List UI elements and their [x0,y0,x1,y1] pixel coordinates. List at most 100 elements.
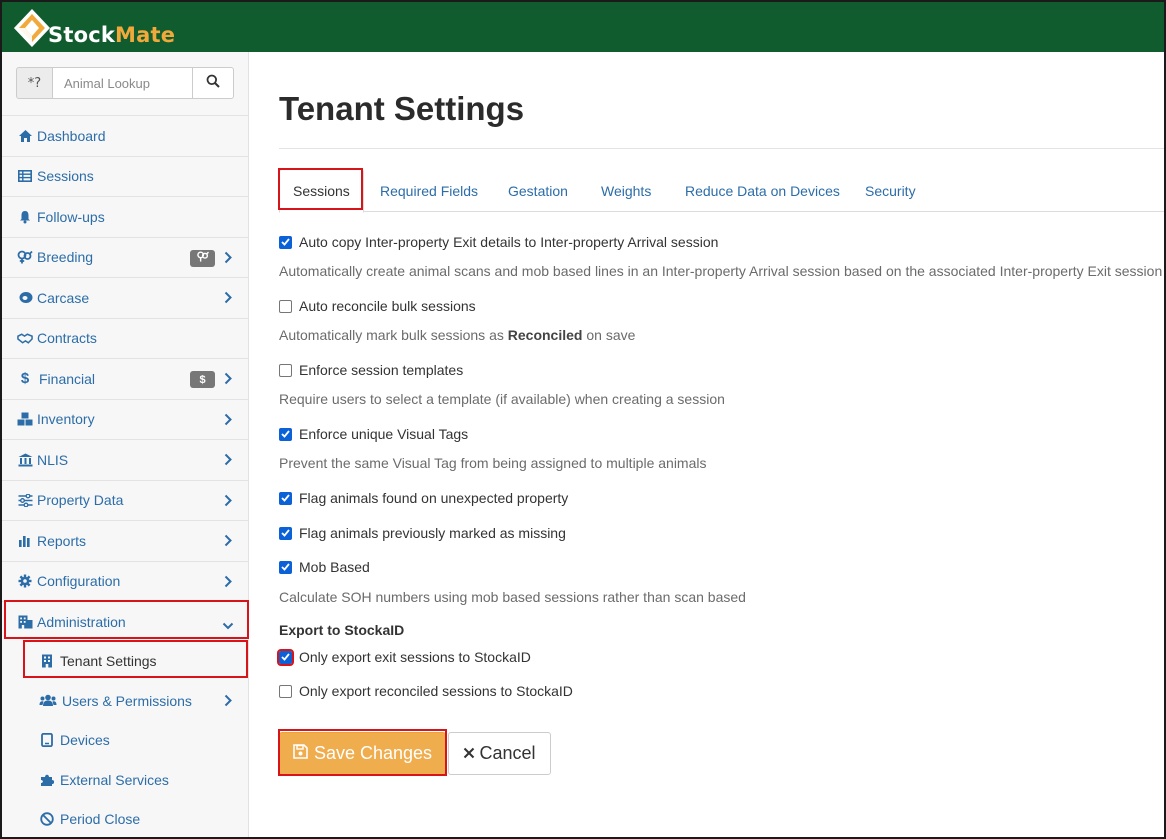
tab-weights[interactable]: Weights [601,169,651,212]
sidebar: *? Dashboard Sessions Follow-ups Breedin… [2,52,249,837]
sidebar-item-label: Financial [39,370,96,387]
sidebar-item-nlis[interactable]: NLIS [2,439,248,480]
auto-reconcile-label: Auto reconcile bulk sessions [299,298,476,314]
mob-based-checkbox[interactable] [279,560,292,574]
sidebar-subitem-label: Period Close [60,811,141,828]
sidebar-item-label: Follow-ups [37,208,105,225]
sidebar-subitem-period-close[interactable]: Period Close [2,800,248,839]
title-divider [279,148,1164,149]
puzzle-icon [39,772,55,788]
lookup-search-button[interactable] [192,67,234,99]
chevron-right-icon [224,413,232,429]
flag-missing-checkbox[interactable] [279,526,292,540]
main-content: Tenant Settings Sessions Required Fields… [249,52,1164,837]
export-exit-checkbox[interactable] [277,648,294,666]
auto-reconcile-checkbox[interactable] [279,299,292,313]
save-button-label: Save Changes [313,743,433,763]
auto-copy-label: Auto copy Inter-property Exit details to… [299,234,719,250]
chevron-right-icon [224,453,232,469]
sidebar-item-follow-ups[interactable]: Follow-ups [2,196,248,237]
sidebar-subitem-external-services[interactable]: External Services [2,760,248,800]
search-icon [206,74,220,93]
animal-lookup-input[interactable] [53,67,192,99]
sidebar-subitem-label: Tenant Settings [60,653,157,670]
flag-unexpected-option[interactable]: Flag animals found on unexpected propert… [279,490,568,506]
sidebar-item-label: Breeding [37,249,94,266]
sidebar-item-financial[interactable]: $ Financial $ [2,358,248,399]
sidebar-item-contracts[interactable]: Contracts [2,317,248,359]
unique-tags-label: Enforce unique Visual Tags [299,426,469,442]
tab-gestation[interactable]: Gestation [508,169,568,212]
main-nav: Dashboard Sessions Follow-ups Breeding C… [2,115,248,839]
gender-icon [17,249,33,265]
export-exit-label: Only export exit sessions to StockaID [299,649,531,665]
tab-required-fields[interactable]: Required Fields [380,169,478,212]
sidebar-item-reports[interactable]: Reports [2,520,248,561]
sidebar-item-label: Reports [37,532,87,549]
stockmate-logo[interactable]: StockMate [14,6,175,50]
sidebar-item-breeding[interactable]: Breeding [2,236,248,278]
sidebar-subitem-label: External Services [60,771,169,788]
sidebar-item-label: Configuration [37,573,121,590]
settings-tabs: Sessions Required Fields Gestation Weigh… [279,169,1164,213]
auto-reconcile-option[interactable]: Auto reconcile bulk sessions [279,298,476,314]
logo-mark-icon [14,7,54,49]
export-reconciled-option[interactable]: Only export reconciled sessions to Stock… [279,683,573,699]
flag-unexpected-label: Flag animals found on unexpected propert… [299,490,569,506]
enforce-templates-checkbox[interactable] [279,363,292,377]
sidebar-item-label: Contracts [37,330,97,347]
sidebar-item-label: NLIS [37,451,69,468]
auto-copy-checkbox[interactable] [279,235,292,249]
handshake-icon [17,330,33,346]
sidebar-item-label: Sessions [37,168,94,185]
flag-missing-option[interactable]: Flag animals previously marked as missin… [279,525,566,541]
enforce-templates-label: Enforce session templates [299,362,464,378]
sidebar-subitem-label: Devices [60,732,110,749]
ban-icon [39,811,55,827]
mob-based-label: Mob Based [299,559,370,575]
sidebar-item-inventory[interactable]: Inventory [2,398,248,440]
tab-security[interactable]: Security [865,169,916,212]
sidebar-item-dashboard[interactable]: Dashboard [2,115,248,156]
sidebar-subitem-devices[interactable]: Devices [2,721,248,761]
financial-badge: $ [190,371,215,388]
top-bar: StockMate [0,0,1166,52]
sidebar-item-property-data[interactable]: Property Data [2,479,248,521]
chevron-right-icon [224,575,232,591]
sidebar-item-carcase[interactable]: Carcase [2,277,248,318]
sidebar-subitem-tenant-settings[interactable]: Tenant Settings [2,642,248,682]
gender-icon [196,251,210,265]
mob-based-option[interactable]: Mob Based [279,559,370,575]
flag-unexpected-checkbox[interactable] [279,491,292,505]
close-icon [463,743,475,764]
cancel-button[interactable]: Cancel [448,732,551,775]
mob-based-help: Calculate SOH numbers using mob based se… [279,589,746,605]
export-exit-option[interactable]: Only export exit sessions to StockaID [277,648,531,666]
users-icon [39,693,57,709]
bar-chart-icon [17,533,33,549]
export-section-heading: Export to StockaID [279,622,405,638]
chevron-right-icon [224,251,232,267]
table-icon [17,168,33,184]
export-reconciled-checkbox[interactable] [279,684,292,698]
sidebar-item-label: Carcase [37,289,90,306]
chevron-down-icon [222,617,234,633]
dollar-icon: $ [20,370,30,388]
boxes-icon [17,411,33,427]
save-button[interactable]: Save Changes [279,732,446,775]
tab-reduce-data-on-devices[interactable]: Reduce Data on Devices [685,169,840,212]
logo-text: StockMate [48,23,176,47]
sidebar-item-configuration[interactable]: Configuration [2,560,248,602]
sidebar-item-sessions[interactable]: Sessions [2,155,248,197]
unique-tags-option[interactable]: Enforce unique Visual Tags [279,426,468,442]
enforce-templates-option[interactable]: Enforce session templates [279,362,463,378]
sidebar-subitem-users-permissions[interactable]: Users & Permissions [2,681,248,721]
building-icon [39,653,55,669]
auto-copy-option[interactable]: Auto copy Inter-property Exit details to… [279,234,718,250]
tab-sessions[interactable]: Sessions [279,169,364,213]
home-icon [17,128,33,144]
tablet-icon [39,732,55,748]
sidebar-item-administration[interactable]: Administration [2,601,248,642]
lookup-prefix-button[interactable]: *? [16,67,53,99]
unique-tags-checkbox[interactable] [279,427,292,441]
